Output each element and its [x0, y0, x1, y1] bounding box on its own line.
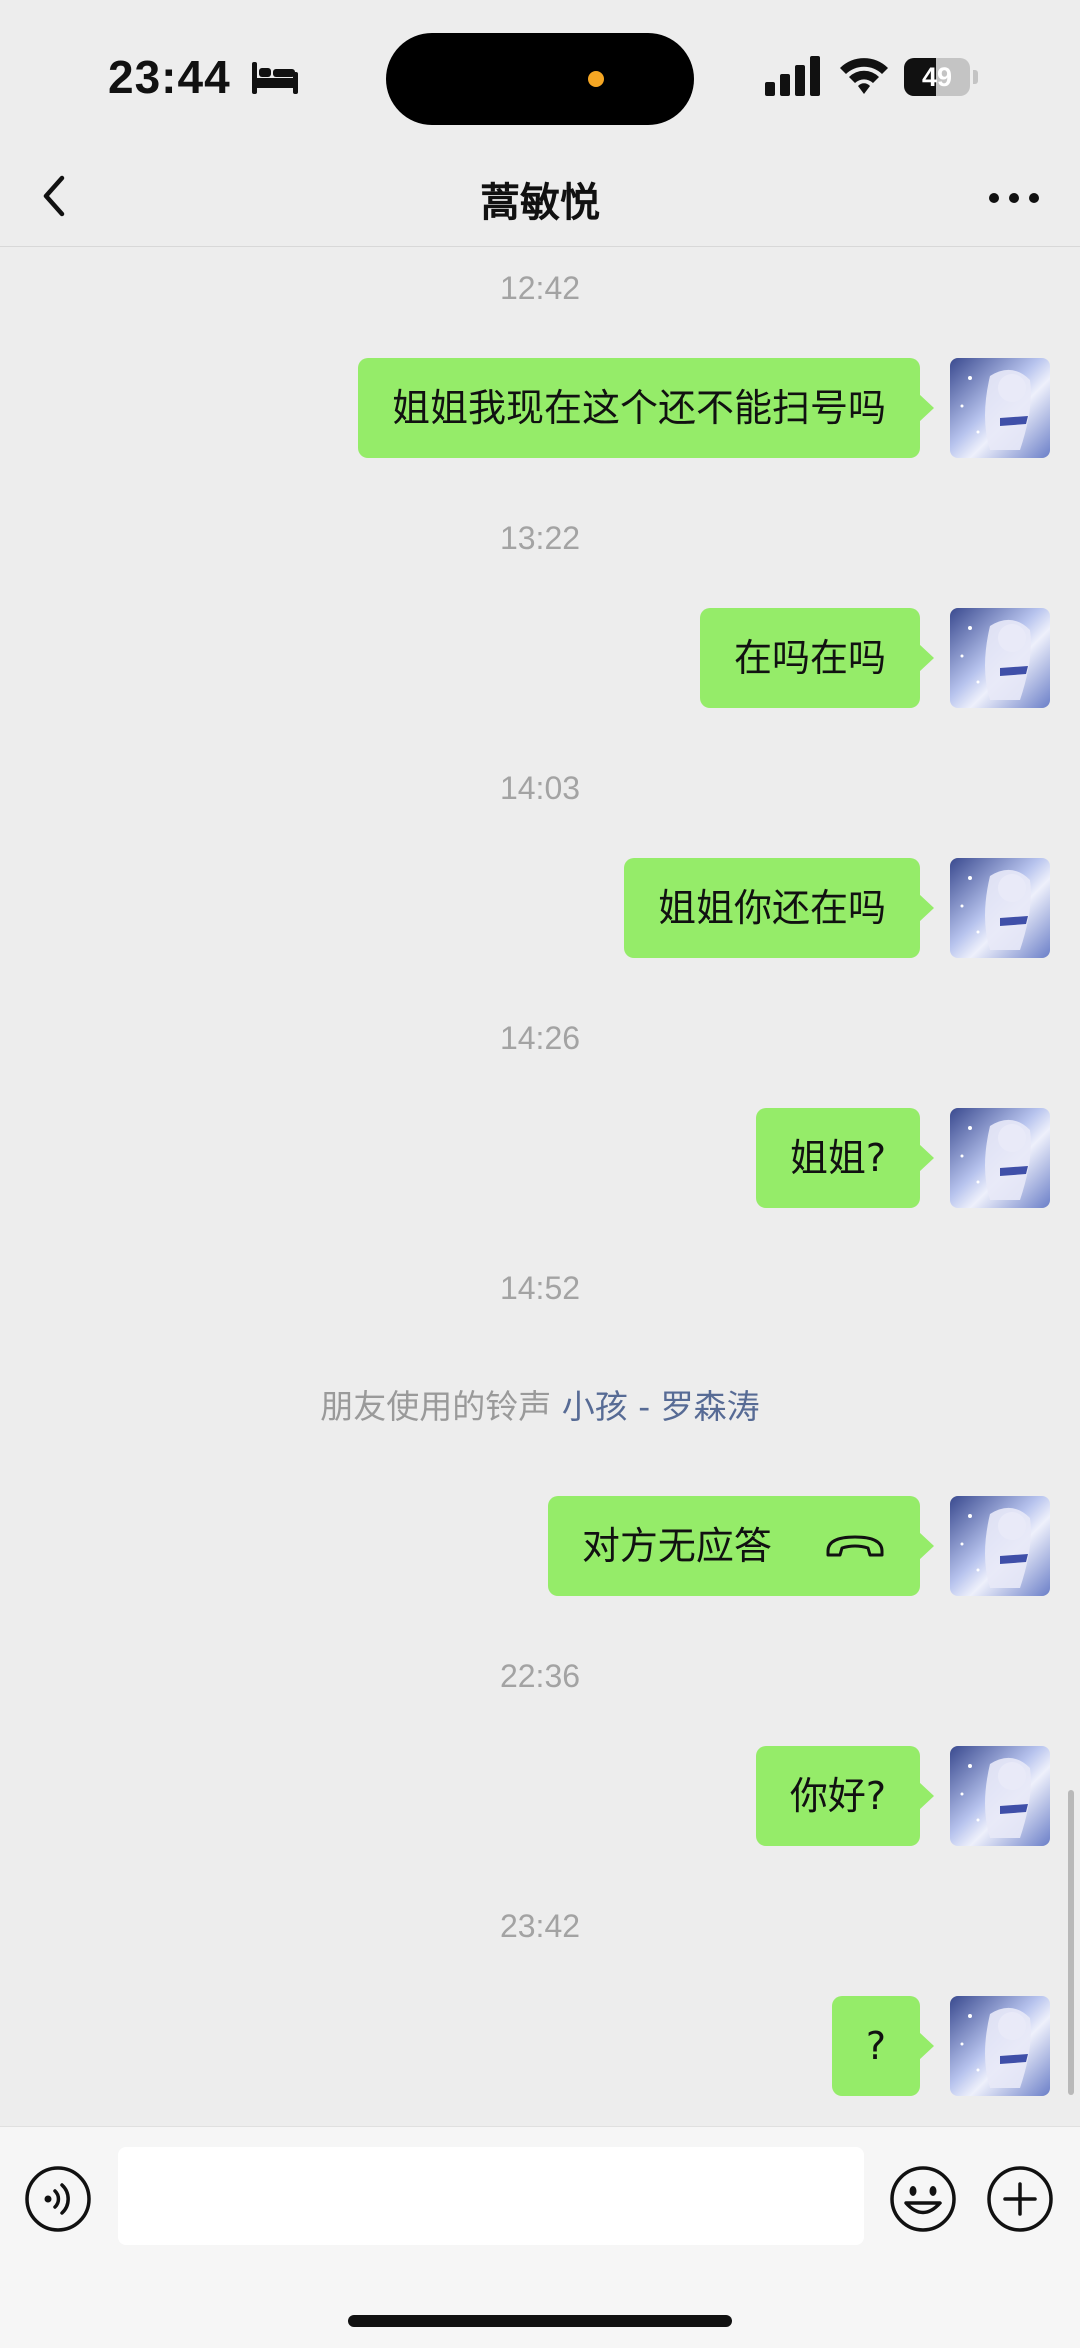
emoji-icon[interactable]: [888, 2164, 958, 2234]
avatar[interactable]: [950, 608, 1050, 708]
chevron-left-icon[interactable]: [36, 168, 72, 224]
privacy-indicator-dot: [588, 71, 604, 87]
avatar[interactable]: [950, 1996, 1050, 2096]
chat-input-bar: [0, 2126, 1080, 2348]
ringtone-notice-text: 朋友使用的铃声: [320, 1387, 552, 1426]
message-input[interactable]: [118, 2147, 864, 2245]
avatar[interactable]: [950, 1496, 1050, 1596]
battery-body: 49: [904, 58, 970, 96]
call-status-bubble[interactable]: 对方无应答: [547, 1496, 935, 1596]
message-bubble[interactable]: 姐姐?: [755, 1108, 935, 1208]
more-dots-icon[interactable]: [984, 178, 1044, 218]
message-timestamp: 14:52: [499, 1270, 581, 1306]
battery-indicator: 49: [904, 58, 980, 96]
avatar[interactable]: [950, 1746, 1050, 1846]
voice-icon[interactable]: [23, 2164, 93, 2234]
message-bubble[interactable]: 姐姐你还在吗: [623, 858, 935, 958]
chat-title: 蒿敏悦: [480, 180, 600, 226]
call-status-text: 对方无应答: [581, 1524, 772, 1568]
plus-icon[interactable]: [985, 2164, 1055, 2234]
message-timestamp: 14:26: [499, 1020, 581, 1056]
home-indicator[interactable]: [348, 2315, 732, 2327]
message-bubble[interactable]: 姐姐我现在这个还不能扫号吗: [357, 358, 935, 458]
status-bar: 23:44 49: [0, 0, 1080, 150]
message-bubble[interactable]: 你好?: [755, 1746, 935, 1846]
wifi-icon: [840, 58, 888, 94]
message-timestamp: 14:03: [499, 770, 581, 806]
phone-hangup-icon: [826, 1535, 884, 1556]
battery-cap: [973, 70, 978, 84]
battery-level-text: 49: [921, 62, 953, 92]
chat-message-list[interactable]: 12:42 姐姐我现在这个还不能扫号吗 13:22 在吗在吗 14:03 姐姐你…: [0, 247, 1080, 2125]
ringtone-song-link[interactable]: 小孩 - 罗森涛: [562, 1387, 760, 1426]
message-timestamp: 12:42: [499, 270, 581, 306]
status-time: 23:44: [108, 51, 231, 103]
dynamic-island: [386, 33, 694, 125]
chat-scrollbar[interactable]: [1068, 1790, 1074, 2095]
avatar[interactable]: [950, 858, 1050, 958]
bed-icon: [252, 62, 298, 94]
ringtone-notice: 朋友使用的铃声 小孩 - 罗森涛: [0, 1380, 1080, 1428]
message-timestamp: 22:36: [499, 1658, 581, 1694]
avatar[interactable]: [950, 358, 1050, 458]
message-bubble[interactable]: ?: [831, 1996, 935, 2096]
avatar[interactable]: [950, 1108, 1050, 1208]
chat-header: 蒿敏悦: [0, 150, 1080, 247]
message-timestamp: 23:42: [499, 1908, 581, 1944]
message-bubble[interactable]: 在吗在吗: [699, 608, 935, 708]
message-timestamp: 13:22: [499, 520, 581, 556]
cellular-signal-icon: [765, 56, 820, 96]
